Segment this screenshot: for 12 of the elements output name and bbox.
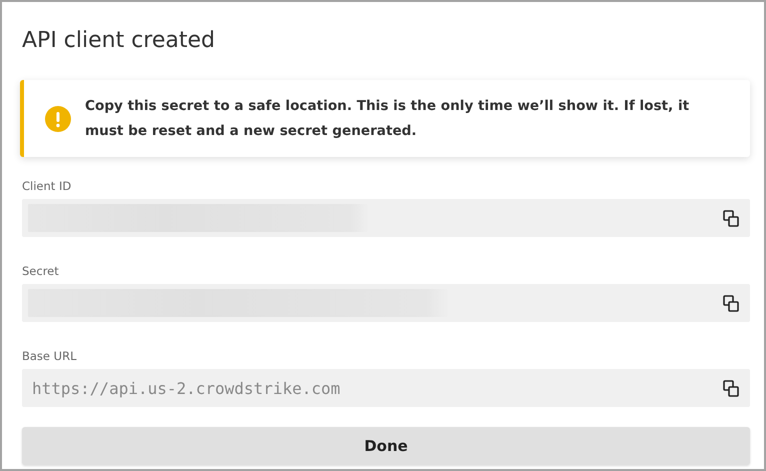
copy-icon[interactable] (723, 380, 739, 396)
done-button[interactable]: Done (22, 427, 750, 465)
readonly-field[interactable] (22, 199, 750, 237)
dialog-title: API client created (22, 27, 216, 55)
warning-icon (45, 106, 71, 132)
field-label: Secret (22, 264, 60, 280)
readonly-field[interactable] (22, 284, 750, 322)
copy-icon[interactable] (723, 210, 739, 226)
warning-message: Copy this secret to a safe location. This is the only time we’ll show it. If lost, it must be reset and a new secret generated. (85, 96, 690, 140)
field-label: Client ID (22, 179, 72, 195)
field-label: Base URL (22, 349, 78, 365)
copy-icon[interactable] (723, 294, 739, 312)
